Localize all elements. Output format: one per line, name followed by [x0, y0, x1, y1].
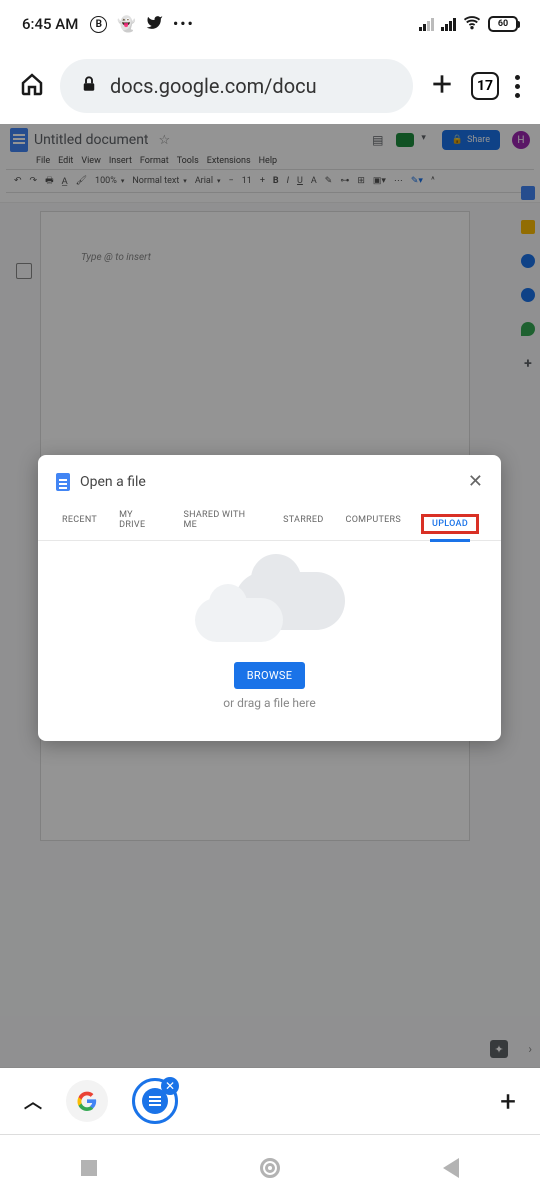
close-bubble-icon[interactable]: ✕	[161, 1077, 179, 1095]
modal-tabs: RECENT MY DRIVE SHARED WITH ME STARRED C…	[38, 500, 501, 541]
nav-recents-icon[interactable]	[81, 1160, 97, 1176]
snapchat-icon: 👻	[117, 15, 136, 33]
browser-menu-icon[interactable]	[515, 75, 520, 98]
nav-home-icon[interactable]	[260, 1158, 280, 1178]
wifi-icon	[463, 13, 481, 36]
modal-docs-icon	[56, 473, 70, 491]
status-time: 6:45 AM	[22, 15, 78, 33]
nav-back-icon[interactable]	[443, 1158, 459, 1178]
signal-1-icon	[419, 18, 434, 31]
tab-starred[interactable]: STARRED	[281, 509, 325, 535]
modal-title: Open a file	[80, 474, 458, 490]
browser-toolbar: docs.google.com/docu 17	[0, 48, 540, 124]
battery-icon: 60	[488, 16, 518, 32]
browse-button[interactable]: BROWSE	[234, 662, 306, 689]
twitter-icon	[146, 14, 163, 35]
tabs-count[interactable]: 17	[471, 72, 499, 100]
close-icon[interactable]: ✕	[468, 471, 483, 492]
url-bar[interactable]: docs.google.com/docu	[60, 59, 413, 113]
tab-upload[interactable]: UPLOAD	[430, 513, 470, 542]
drag-hint: or drag a file here	[223, 696, 315, 710]
app-bar-plus-icon[interactable]: +	[500, 1085, 516, 1118]
google-app-icon[interactable]	[66, 1080, 108, 1122]
app-b-icon: B	[90, 16, 107, 33]
status-bar: 6:45 AM B 👻 ••• 60	[0, 0, 540, 48]
new-tab-icon[interactable]	[429, 71, 455, 101]
expand-up-icon[interactable]: ︿	[24, 1088, 42, 1114]
upload-dropzone[interactable]: BROWSE or drag a file here	[38, 541, 501, 741]
open-file-modal: Open a file ✕ RECENT MY DRIVE SHARED WIT…	[38, 455, 501, 741]
lock-icon	[80, 74, 98, 98]
tab-recent[interactable]: RECENT	[60, 509, 99, 535]
tab-shared[interactable]: SHARED WITH ME	[181, 504, 263, 540]
docs-app-bubble[interactable]: ✕	[132, 1078, 178, 1124]
tab-computers[interactable]: COMPUTERS	[344, 509, 404, 535]
home-icon[interactable]	[20, 72, 44, 100]
cloud-icon	[195, 572, 345, 642]
signal-2-icon	[441, 18, 456, 31]
annotation-highlight: UPLOAD	[421, 514, 479, 534]
tab-mydrive[interactable]: MY DRIVE	[117, 504, 163, 540]
app-switcher-bar: ︿ ✕ +	[0, 1067, 540, 1135]
url-text: docs.google.com/docu	[110, 74, 317, 98]
system-nav-bar	[0, 1135, 540, 1200]
more-icon: •••	[173, 15, 195, 33]
